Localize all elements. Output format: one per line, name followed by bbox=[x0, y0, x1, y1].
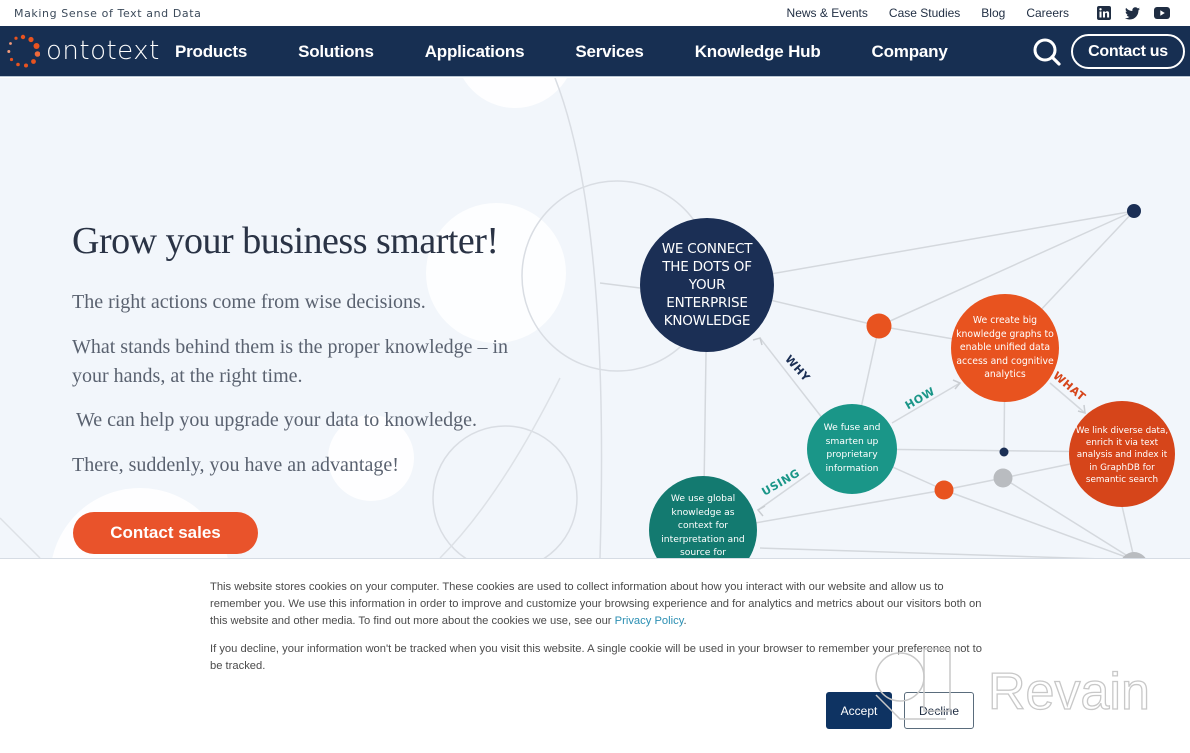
watermark-text: Revain bbox=[988, 663, 1150, 721]
cookie-paragraph-1: This website stores cookies on your comp… bbox=[210, 581, 982, 627]
hero-text: Grow your business smarter! The right ac… bbox=[72, 222, 592, 480]
logo-dots-icon bbox=[7, 34, 40, 68]
node-create bbox=[951, 294, 1059, 402]
nav-item-applications[interactable]: Applications bbox=[425, 42, 525, 62]
top-link-blog[interactable]: Blog bbox=[981, 6, 1005, 20]
logo[interactable]: ontotext bbox=[6, 34, 160, 68]
hero-title: Grow your business smarter! bbox=[72, 220, 499, 262]
top-utility-bar: Making Sense of Text and Data News & Eve… bbox=[0, 0, 1190, 26]
decline-button[interactable]: Decline bbox=[904, 692, 974, 729]
top-link-news-events[interactable]: News & Events bbox=[787, 6, 868, 20]
small-node-orange bbox=[934, 480, 954, 500]
main-nav: ontotext Products Solutions Applications… bbox=[0, 26, 1190, 77]
nav-item-products[interactable]: Products bbox=[175, 42, 247, 62]
node-link bbox=[1069, 401, 1175, 507]
cookie-banner: This website stores cookies on your comp… bbox=[0, 558, 1190, 753]
nav-item-solutions[interactable]: Solutions bbox=[298, 42, 374, 62]
logo-text: ontotext bbox=[46, 36, 160, 66]
privacy-policy-link[interactable]: Privacy Policy bbox=[615, 615, 684, 627]
hero-paragraph: What stands behind them is the proper kn… bbox=[72, 336, 509, 387]
tagline: Making Sense of Text and Data bbox=[14, 7, 202, 20]
small-node-orange bbox=[866, 313, 892, 339]
contact-sales-button[interactable]: Contact sales bbox=[73, 512, 258, 554]
youtube-icon[interactable] bbox=[1154, 7, 1170, 19]
node-connect bbox=[640, 218, 774, 352]
small-node-navy bbox=[1127, 204, 1141, 218]
contact-us-button[interactable]: Contact us bbox=[1071, 34, 1185, 69]
node-fuse bbox=[807, 404, 897, 494]
hero-paragraph: The right actions come from wise decisio… bbox=[72, 291, 426, 313]
search-button[interactable] bbox=[1032, 37, 1062, 67]
small-node-grey bbox=[993, 468, 1013, 488]
search-icon bbox=[1033, 38, 1061, 66]
node-use bbox=[649, 476, 757, 558]
top-link-case-studies[interactable]: Case Studies bbox=[889, 6, 960, 20]
nav-item-services[interactable]: Services bbox=[575, 42, 644, 62]
cookie-paragraph-2: If you decline, your information won't b… bbox=[210, 643, 982, 672]
hero-paragraph: There, suddenly, you have an advantage! bbox=[72, 454, 399, 476]
nav-menu: Products Solutions Applications Services… bbox=[175, 26, 999, 77]
cookie-text: This website stores cookies on your comp… bbox=[210, 579, 985, 675]
top-links: News & Events Case Studies Blog Careers bbox=[787, 6, 1170, 20]
top-link-careers[interactable]: Careers bbox=[1026, 6, 1069, 20]
linkedin-icon[interactable] bbox=[1097, 6, 1111, 20]
nav-item-company[interactable]: Company bbox=[872, 42, 948, 62]
hero-section: WE CONNECT THE DOTS OF YOUR ENTERPRISE K… bbox=[0, 78, 1190, 558]
nav-item-knowledge-hub[interactable]: Knowledge Hub bbox=[695, 42, 821, 62]
twitter-icon[interactable] bbox=[1125, 6, 1140, 20]
accept-button[interactable]: Accept bbox=[826, 692, 892, 729]
hero-paragraph: We can help you upgrade your data to kno… bbox=[76, 409, 478, 431]
small-node-navy bbox=[999, 447, 1009, 457]
